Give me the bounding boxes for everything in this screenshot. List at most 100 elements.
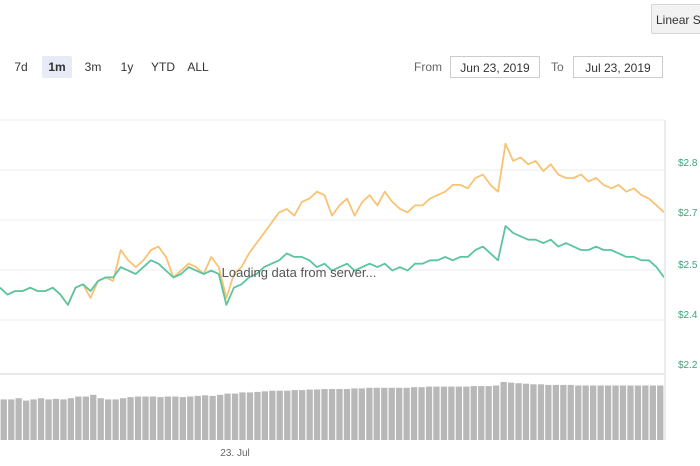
volume-bar: [328, 389, 336, 440]
volume-bar: [627, 385, 634, 440]
volume-bar: [343, 389, 351, 440]
volume-bar: [515, 383, 522, 440]
volume-bar: [590, 385, 597, 440]
volume-bar: [493, 385, 500, 440]
volume-bar: [90, 394, 97, 440]
volume-bar: [642, 385, 649, 440]
x-axis-tick-label: 23. Jul: [220, 448, 249, 459]
volume-bar: [455, 386, 462, 440]
volume-bar: [582, 385, 589, 440]
volume-bar: [105, 399, 112, 440]
volume-bar: [269, 390, 276, 440]
volume-bar: [0, 399, 7, 440]
volume-bar: [179, 397, 186, 440]
volume-bar: [202, 395, 209, 440]
volume-bar: [60, 399, 67, 440]
volume-bar: [157, 397, 164, 440]
volume-bar: [217, 394, 224, 440]
volume-bar: [172, 396, 179, 440]
volume-bar: [246, 392, 254, 440]
volume-bar: [396, 387, 403, 440]
volume-bar: [381, 387, 388, 440]
volume-bar: [448, 386, 455, 440]
volume-bar: [82, 396, 89, 440]
volume-bar: [657, 385, 664, 440]
volume-bar: [209, 395, 216, 440]
volume-bar: [299, 390, 306, 440]
volume-bar: [388, 387, 395, 440]
y-axis-tick-label: $2.7: [678, 208, 698, 219]
volume-bar: [560, 384, 567, 440]
volume-bar: [37, 398, 45, 440]
volume-bar: [500, 382, 507, 440]
volume-bar: [336, 389, 343, 440]
volume-bar: [440, 386, 448, 440]
volume-bar: [149, 396, 157, 440]
volume-bar: [224, 393, 231, 440]
volume-bar: [604, 385, 612, 440]
volume-bar: [112, 399, 119, 440]
volume-bar: [23, 400, 30, 440]
volume-bar: [164, 396, 171, 440]
volume-bar: [634, 385, 642, 440]
volume-bar: [134, 396, 142, 440]
volume-bar: [67, 398, 74, 440]
volume-bar: [649, 385, 656, 440]
volume-bar: [97, 398, 104, 440]
volume-bar: [522, 383, 530, 440]
volume-bar: [552, 384, 559, 440]
volume-bar: [321, 389, 328, 440]
volume-bar: [425, 386, 433, 440]
volume-bar: [291, 390, 298, 440]
gridlines: [0, 119, 664, 321]
volume-bar: [470, 386, 477, 440]
volume-bar: [306, 389, 313, 440]
volume-bar: [187, 396, 194, 440]
volume-bar: [75, 396, 82, 440]
volume-bar: [366, 387, 373, 440]
volume-bar: [485, 386, 492, 440]
volume-bar: [410, 387, 418, 440]
price-chart[interactable]: $2.8 $2.7 $2.5 $2.4 $2.2 23. Jul Loading dat…: [0, 0, 700, 466]
volume-bar: [30, 399, 37, 440]
volume-bar: [530, 384, 537, 440]
volume-bar: [373, 387, 380, 440]
volume-bar: [261, 391, 268, 440]
volume-bar: [619, 385, 627, 440]
navigator-scrollbar[interactable]: [664, 120, 666, 440]
volume-bar: [15, 398, 22, 440]
volume-bar: [276, 390, 283, 440]
y-axis-tick-label: $2.8: [678, 158, 698, 169]
volume-bar: [418, 387, 425, 440]
volume-bar: [597, 385, 604, 440]
volume-bar: [120, 398, 127, 440]
volume-bars: [0, 382, 664, 440]
volume-bar: [545, 384, 552, 440]
volume-bar: [507, 382, 515, 440]
volume-bar: [433, 386, 440, 440]
loading-text: Loading data from server...: [222, 265, 377, 280]
volume-bar: [52, 398, 60, 440]
volume-bar: [478, 386, 485, 440]
volume-bar: [45, 399, 52, 440]
volume-bar: [142, 396, 149, 440]
volume-bar: [127, 397, 134, 440]
volume-bar: [254, 391, 261, 440]
volume-bar: [313, 389, 321, 440]
volume-bar: [575, 385, 582, 440]
volume-bar: [239, 392, 246, 440]
volume-bar: [351, 388, 358, 440]
volume-bar: [284, 390, 291, 440]
y-axis-tick-label: $2.5: [678, 260, 698, 271]
volume-bar: [231, 393, 239, 440]
volume-bar: [612, 385, 619, 440]
y-axis-tick-label: $2.2: [678, 360, 698, 371]
volume-bar: [194, 395, 201, 440]
volume-bar: [537, 384, 545, 440]
volume-bar: [463, 386, 470, 440]
volume-bar: [403, 387, 410, 440]
volume-bar: [8, 399, 15, 440]
y-axis-tick-label: $2.4: [678, 310, 698, 321]
volume-bar: [358, 388, 365, 440]
volume-bar: [567, 384, 574, 440]
